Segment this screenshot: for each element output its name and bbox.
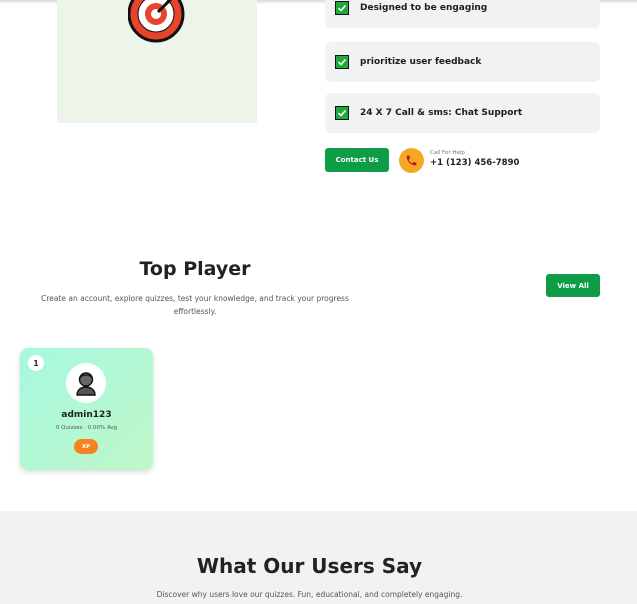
feature-item-support: 24 X 7 Call & sms: Chat Support (325, 93, 600, 133)
hero-image (57, 0, 257, 123)
feature-text: prioritize user feedback (360, 57, 482, 67)
phone-icon (406, 155, 417, 166)
avatar (66, 363, 106, 403)
player-card[interactable]: 1 admin123 0 Quizzes · 0.00% Avg XP (20, 348, 153, 470)
checkbox-checked-icon (335, 55, 349, 69)
testimonials-section: What Our Users Say Discover why users lo… (0, 511, 637, 604)
testimonials-description: Discover why users love our quizzes. Fun… (156, 590, 463, 599)
target-dart-icon (128, 0, 185, 43)
xp-badge: XP (74, 439, 98, 454)
call-for-help-label: Call For Help (430, 150, 465, 156)
contact-us-button[interactable]: Contact Us (325, 148, 389, 172)
player-name: admin123 (61, 410, 112, 420)
top-player-title: Top Player (139, 258, 251, 280)
feature-item-feedback: prioritize user feedback (325, 42, 600, 82)
phone-number[interactable]: +1 (123) 456-7890 (430, 158, 519, 168)
rank-badge: 1 (28, 355, 44, 371)
player-stats: 0 Quizzes · 0.00% Avg (55, 425, 118, 431)
user-avatar-icon (76, 372, 96, 396)
feature-text: Designed to be engaging (360, 3, 488, 13)
checkbox-checked-icon (335, 106, 349, 120)
view-all-button[interactable]: View All (546, 274, 600, 297)
top-player-description: Create an account, explore quizzes, test… (41, 294, 349, 316)
testimonials-title: What Our Users Say (196, 554, 423, 578)
feature-text: 24 X 7 Call & sms: Chat Support (360, 108, 523, 118)
feature-item-engaging: Designed to be engaging (325, 0, 600, 28)
checkbox-checked-icon (335, 1, 349, 15)
phone-call-button[interactable] (399, 148, 424, 173)
